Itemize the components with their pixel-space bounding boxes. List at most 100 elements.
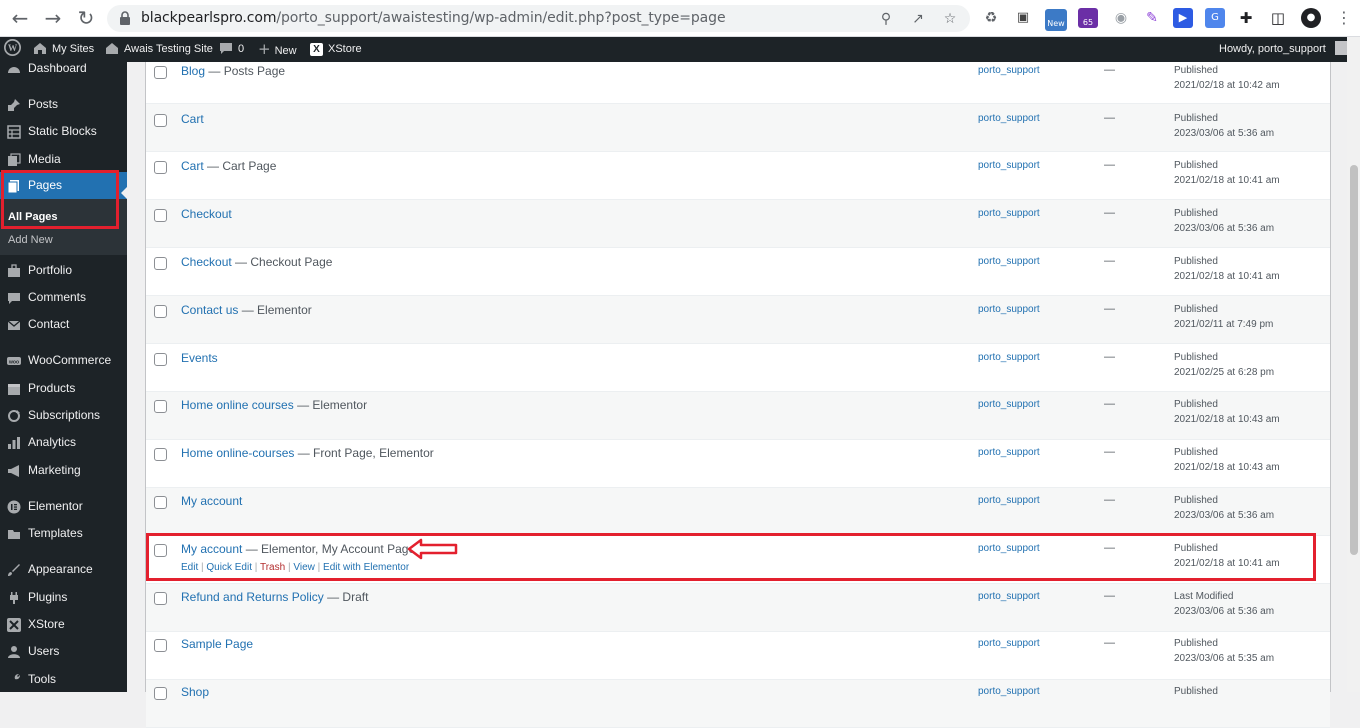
page-title-link[interactable]: Contact us (181, 303, 238, 317)
row-title: Blog — Posts Page (181, 64, 285, 78)
row-author[interactable]: porto_support (978, 591, 1040, 602)
row-author[interactable]: porto_support (978, 399, 1040, 410)
menu-elementor[interactable]: Elementor (0, 493, 127, 520)
table-row[interactable]: Checkout — Checkout Page porto_support —… (146, 248, 1330, 296)
row-author[interactable]: porto_support (978, 113, 1040, 124)
menu-label-static-blocks: Static Blocks (28, 124, 97, 138)
row-checkbox[interactable] (154, 114, 167, 127)
row-comments: — (1104, 112, 1115, 124)
page-title-link[interactable]: Cart (181, 159, 204, 173)
menu-templates[interactable]: Templates (0, 520, 127, 547)
page-title-link[interactable]: Checkout (181, 255, 232, 269)
row-author[interactable]: porto_support (978, 65, 1040, 76)
puzzle-extensions-icon[interactable]: ✚ (1236, 8, 1256, 28)
page-title-link[interactable]: Home online courses (181, 398, 294, 412)
translate-extension-icon[interactable]: G (1205, 8, 1225, 28)
menu-subscriptions[interactable]: Subscriptions (0, 402, 127, 429)
page-title-link[interactable]: My account (181, 494, 242, 508)
sidepanel-icon[interactable]: ◫ (1268, 8, 1288, 28)
menu-analytics[interactable]: Analytics (0, 429, 127, 456)
row-checkbox[interactable] (154, 66, 167, 79)
menu-marketing[interactable]: Marketing (0, 457, 127, 484)
row-checkbox[interactable] (154, 400, 167, 413)
recycle-extension-icon[interactable]: ♻ (981, 8, 1001, 28)
globe-extension-icon[interactable]: ◉ (1111, 8, 1131, 28)
menu-static-blocks[interactable]: Static Blocks (0, 118, 127, 145)
table-row[interactable]: Blog — Posts Page porto_support — Publis… (146, 56, 1330, 104)
menu-xstore[interactable]: XStore (0, 611, 127, 638)
row-author[interactable]: porto_support (978, 638, 1040, 649)
menu-products[interactable]: Products (0, 375, 127, 402)
page-scrollbar[interactable] (1347, 37, 1360, 692)
profile-avatar-icon[interactable]: ● (1301, 8, 1321, 28)
menu-tools[interactable]: Tools (0, 666, 127, 693)
menu-users[interactable]: Users (0, 638, 127, 665)
row-author[interactable]: porto_support (978, 160, 1040, 171)
menu-comments[interactable]: Comments (0, 284, 127, 311)
menu-woocommerce[interactable]: woo WooCommerce (0, 347, 127, 374)
row-checkbox[interactable] (154, 687, 167, 700)
submenu-add-new[interactable]: Add New (8, 234, 53, 246)
row-author[interactable]: porto_support (978, 304, 1040, 315)
row-checkbox[interactable] (154, 353, 167, 366)
back-arrow-icon[interactable]: ← (9, 7, 31, 29)
page-title-link[interactable]: Blog (181, 64, 205, 78)
row-checkbox[interactable] (154, 305, 167, 318)
bookmark-star-icon[interactable]: ☆ (941, 10, 959, 28)
table-row[interactable]: Home online courses — Elementor porto_su… (146, 392, 1330, 440)
row-author[interactable]: porto_support (978, 352, 1040, 363)
table-row[interactable]: Home online-courses — Front Page, Elemen… (146, 440, 1330, 488)
row-author[interactable]: porto_support (978, 495, 1040, 506)
row-checkbox[interactable] (154, 496, 167, 509)
row-date: Published 2023/03/06 at 5:35 am (1174, 636, 1274, 666)
menu-dashboard[interactable]: Dashboard (0, 55, 127, 82)
page-state: — Cart Page (203, 159, 277, 173)
menu-media[interactable]: Media (0, 146, 127, 173)
new-extension-icon[interactable]: New (1045, 9, 1067, 31)
row-title: Checkout (181, 207, 232, 221)
row-author[interactable]: porto_support (978, 447, 1040, 458)
page-title-link[interactable]: Sample Page (181, 637, 253, 651)
row-checkbox[interactable] (154, 209, 167, 222)
menu-contact[interactable]: Contact (0, 311, 127, 338)
table-row[interactable]: Cart — Cart Page porto_support — Publish… (146, 152, 1330, 200)
table-row[interactable]: Sample Page porto_support — Published 202… (146, 632, 1330, 680)
table-row[interactable]: Checkout porto_support — Published 2023/0… (146, 200, 1330, 248)
bus-extension-icon[interactable]: ▣ (1013, 8, 1033, 28)
zoom-search-icon[interactable]: ⚲ (877, 10, 895, 28)
row-checkbox[interactable] (154, 448, 167, 461)
menu-appearance[interactable]: Appearance (0, 556, 127, 583)
menu-plugins[interactable]: Plugins (0, 584, 127, 611)
address-bar[interactable]: blackpearlspro.com/porto_support/awaiste… (107, 5, 970, 32)
row-checkbox[interactable] (154, 161, 167, 174)
page-title-link[interactable]: Refund and Returns Policy (181, 590, 324, 604)
page-title-link[interactable]: Shop (181, 685, 209, 699)
menu-portfolio[interactable]: Portfolio (0, 257, 127, 284)
row-checkbox[interactable] (154, 592, 167, 605)
table-row[interactable]: Cart porto_support — Published 2023/03/06… (146, 104, 1330, 152)
page-title-link[interactable]: Checkout (181, 207, 232, 221)
page-title-link[interactable]: Events (181, 351, 218, 365)
date-status: Published (1174, 352, 1218, 363)
page-title-link[interactable]: Cart (181, 112, 204, 126)
video-extension-icon[interactable]: ▶ (1173, 8, 1193, 28)
row-checkbox[interactable] (154, 639, 167, 652)
table-row[interactable]: My account porto_support — Published 2023… (146, 488, 1330, 536)
reload-icon[interactable]: ↻ (75, 7, 97, 29)
table-row[interactable]: Events porto_support — Published 2021/02/… (146, 344, 1330, 392)
row-checkbox[interactable] (154, 257, 167, 270)
share-icon[interactable]: ↗ (909, 10, 927, 28)
forward-arrow-icon[interactable]: → (42, 7, 64, 29)
menu-posts[interactable]: Posts (0, 91, 127, 118)
menu-kebab-icon[interactable]: ⋮ (1333, 7, 1355, 29)
comment-bubble-icon (220, 43, 232, 54)
table-row[interactable]: Shop porto_support Published (146, 680, 1330, 728)
row-author[interactable]: porto_support (978, 256, 1040, 267)
scrollbar-thumb[interactable] (1350, 165, 1358, 555)
table-row[interactable]: Contact us — Elementor porto_support — P… (146, 296, 1330, 344)
pen-extension-icon[interactable]: ✎ (1142, 8, 1162, 28)
page-title-link[interactable]: Home online-courses (181, 446, 294, 460)
graduation-extension-icon[interactable]: 65 (1078, 8, 1098, 28)
table-row[interactable]: Refund and Returns Policy — Draft porto_… (146, 584, 1330, 632)
row-author[interactable]: porto_support (978, 208, 1040, 219)
